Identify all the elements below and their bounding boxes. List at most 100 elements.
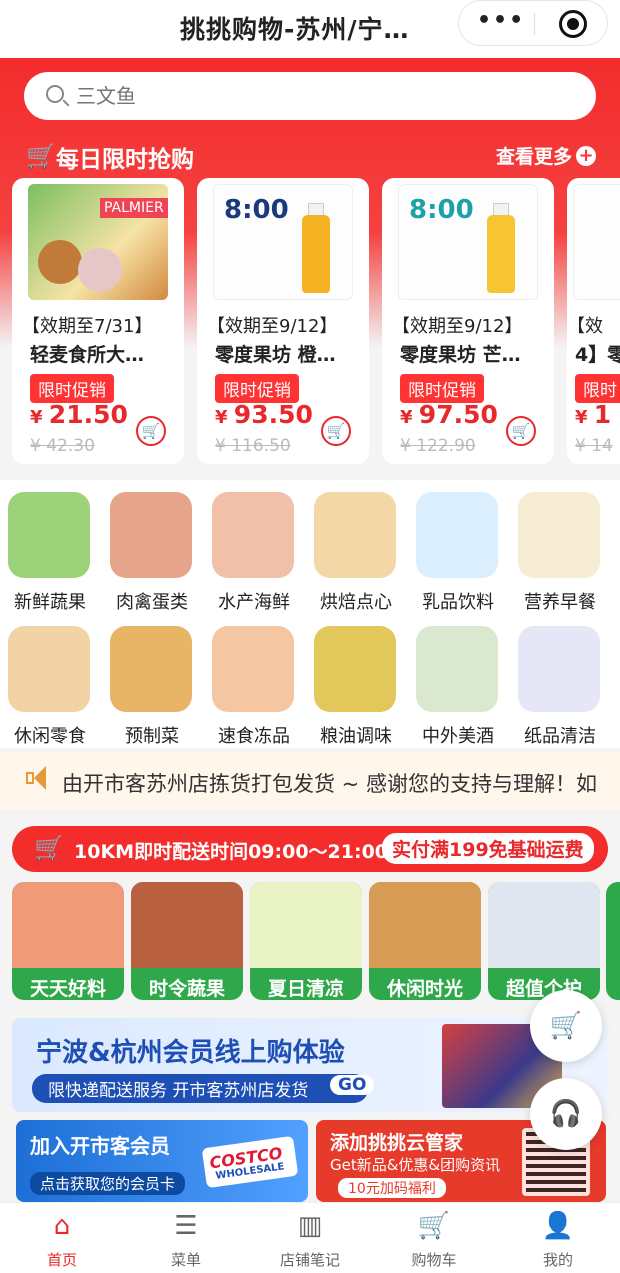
promo-badge: 限时促销	[400, 374, 484, 403]
category-label: 粮油调味	[320, 726, 392, 747]
category-prepared-food[interactable]: 预制菜	[102, 620, 202, 750]
category-image	[314, 492, 396, 578]
tab-menu[interactable]: ☰ 菜单	[131, 1203, 241, 1273]
floating-support-button[interactable]: 🎧	[530, 1078, 602, 1150]
category-wine-liquor[interactable]: 中外美酒	[408, 620, 508, 750]
tab-label: 首页	[46, 1251, 77, 1269]
headset-icon: 🎧	[549, 1099, 583, 1129]
member-experience-banner[interactable]: 宁波&杭州会员线上购体验 限快递配送服务 开市客苏州店发货 GO	[12, 1018, 608, 1112]
join-membership-banner[interactable]: 加入开市客会员 点击获取您的会员卡 COSTCO WHOLESALE	[16, 1120, 308, 1202]
product-card[interactable]: PALMIER 【效期至7/31】 轻麦食所大… 限时促销 ¥ 21.50 ¥ …	[12, 178, 184, 464]
product-name: 4】零	[575, 344, 620, 366]
announcement-text: 由开市客苏州店拣货打包发货 ~ 感谢您的支持与理解！如	[62, 772, 597, 796]
tab-store-notes[interactable]: ▥ 店铺笔记	[255, 1203, 365, 1273]
bottom-tab-bar: ⌂ 首页 ☰ 菜单 ▥ 店铺笔记 🛒 购物车 👤 我的	[0, 1202, 620, 1273]
delivery-hours: 10KM即时配送时间09:00～21:00	[74, 841, 389, 863]
more-menu-icon[interactable]: •••	[477, 8, 525, 33]
close-program-icon[interactable]	[559, 10, 587, 38]
banner-title: 加入开市客会员	[30, 1134, 170, 1158]
product-price: ¥ 93.50	[215, 400, 313, 429]
go-button[interactable]: GO	[330, 1075, 375, 1095]
category-meat-eggs[interactable]: 肉禽蛋类	[102, 486, 202, 616]
announcement-bar[interactable]: 由开市客苏州店拣货打包发货 ~ 感谢您的支持与理解！如	[0, 752, 620, 810]
cookie-graphic	[38, 240, 82, 284]
category-image	[518, 626, 600, 712]
category-paper-cleaning[interactable]: 纸品清洁	[510, 620, 610, 750]
flash-sale-header: 🛒 每日限时抢购 查看更多 +	[26, 140, 596, 174]
category-image	[110, 492, 192, 578]
product-image	[573, 184, 620, 300]
costco-logo: COSTCO WHOLESALE	[201, 1135, 299, 1189]
category-image	[110, 626, 192, 712]
product-package-label: PALMIER	[100, 198, 168, 218]
product-name: 轻麦食所大…	[30, 344, 145, 366]
product-expiry: 【效期至9/12】	[207, 316, 338, 337]
search-bar[interactable]	[24, 72, 596, 120]
product-card[interactable]: 8:00 【效期至9/12】 零度果坊 芒… 限时促销 ¥ 97.50 ¥ 12…	[382, 178, 554, 464]
category-label: 水产海鲜	[218, 592, 290, 613]
category-label: 休闲零食	[14, 726, 86, 747]
bonus-button[interactable]: 10元加码福利	[338, 1178, 446, 1198]
tab-home[interactable]: ⌂ 首页	[7, 1203, 117, 1273]
floating-cart-button[interactable]: 🛒	[530, 990, 602, 1062]
category-image	[212, 492, 294, 578]
tab-profile[interactable]: 👤 我的	[503, 1203, 613, 1273]
price-value: 93.50	[233, 400, 313, 429]
product-price: ¥ 97.50	[400, 400, 498, 429]
original-price: ¥ 42.30	[30, 436, 95, 456]
category-snacks[interactable]: 休闲零食	[0, 620, 100, 750]
tab-cart[interactable]: 🛒 购物车	[379, 1203, 489, 1273]
menu-icon: ☰	[174, 1211, 198, 1241]
flash-sale-title: 每日限时抢购	[56, 147, 194, 173]
search-input[interactable]	[76, 80, 556, 112]
original-price: ¥ 116.50	[215, 436, 291, 456]
add-to-cart-button[interactable]: 🛒	[321, 416, 351, 446]
category-frozen[interactable]: 速食冻品	[204, 620, 304, 750]
promo-badge: 限时促销	[215, 374, 299, 403]
product-expiry: 【效期至7/31】	[22, 316, 153, 337]
product-expiry: 【效期至9/12】	[392, 316, 523, 337]
category-label: 烘焙点心	[320, 592, 392, 613]
get-member-card-button[interactable]: 点击获取您的会员卡	[30, 1172, 186, 1195]
add-to-cart-button[interactable]: 🛒	[506, 416, 536, 446]
category-breakfast[interactable]: 营养早餐	[510, 486, 610, 616]
tab-label: 菜单	[170, 1251, 201, 1269]
theme-tile[interactable]: 超值个护	[488, 882, 600, 1000]
category-label: 预制菜	[125, 726, 179, 747]
product-expiry: 【效	[567, 316, 603, 337]
theme-tile[interactable]: 夏日清凉	[250, 882, 362, 1000]
title-bar: 挑挑购物-苏州/宁… •••	[0, 0, 620, 58]
category-seafood[interactable]: 水产海鲜	[204, 486, 304, 616]
price-value: 21.50	[48, 400, 128, 429]
add-to-cart-button[interactable]: 🛒	[136, 416, 166, 446]
banner-title: 宁波&杭州会员线上购体验	[36, 1038, 345, 1068]
theme-tile[interactable]: 时令蔬果	[131, 882, 243, 1000]
category-label: 营养早餐	[524, 592, 596, 613]
category-label: 速食冻品	[218, 726, 290, 747]
banner-subtitle: 限快递配送服务 开市客苏州店发货	[32, 1074, 369, 1103]
original-price: ¥ 14	[575, 436, 613, 456]
theme-tile[interactable]: 天天好料	[12, 882, 124, 1000]
delivery-info-bar[interactable]: 🛒 10KM即时配送时间09:00～21:00 实付满199免基础运费	[12, 826, 608, 872]
product-name: 零度果坊 芒…	[400, 344, 521, 366]
theme-tile[interactable]: 休闲时光	[369, 882, 481, 1000]
product-card[interactable]: 【效 4】零 限时 ¥ 1 ¥ 14	[567, 178, 620, 464]
mini-program-capsule: •••	[458, 0, 608, 46]
theme-image	[131, 882, 243, 968]
view-more-link[interactable]: 查看更多 +	[496, 142, 596, 169]
theme-carousel[interactable]: 天天好料 时令蔬果 夏日清凉 休闲时光 超值个护	[0, 882, 620, 1006]
notebook-icon: ▥	[297, 1211, 323, 1241]
theme-label: 夏日清凉	[267, 978, 344, 1000]
banner-title: 添加挑挑云管家	[330, 1132, 464, 1154]
category-image	[416, 492, 498, 578]
category-fresh-produce[interactable]: 新鲜蔬果	[0, 486, 100, 616]
category-dairy-drinks[interactable]: 乳品饮料	[408, 486, 508, 616]
category-oil-seasoning[interactable]: 粮油调味	[306, 620, 406, 750]
bottle-graphic	[487, 215, 515, 293]
theme-tile-partial[interactable]	[606, 882, 620, 1000]
plus-icon: +	[576, 146, 596, 166]
product-card[interactable]: 8:00 【效期至9/12】 零度果坊 橙… 限时促销 ¥ 93.50 ¥ 11…	[197, 178, 369, 464]
category-bakery[interactable]: 烘焙点心	[306, 486, 406, 616]
flash-sale-carousel[interactable]: PALMIER 【效期至7/31】 轻麦食所大… 限时促销 ¥ 21.50 ¥ …	[12, 178, 620, 468]
price-value: 97.50	[418, 400, 498, 429]
